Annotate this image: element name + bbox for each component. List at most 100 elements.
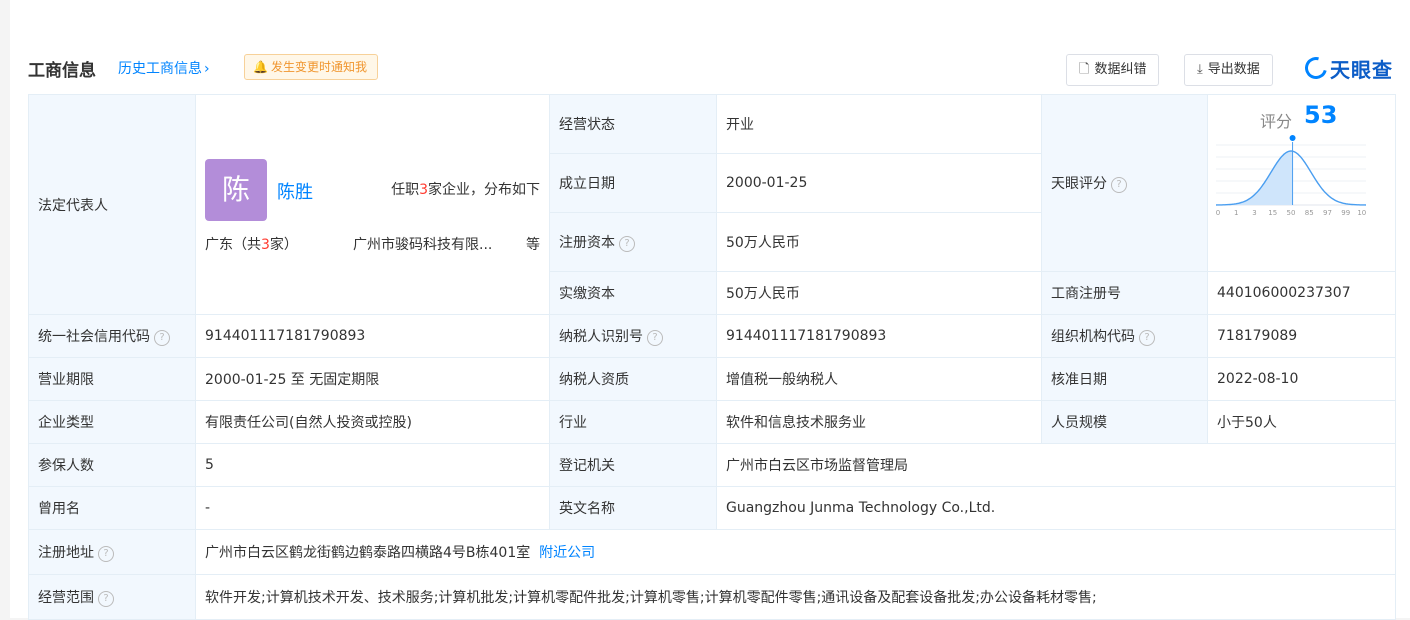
correct-label: 数据纠错	[1094, 62, 1147, 77]
tick-label: 100	[1357, 209, 1366, 217]
logo-text: 天眼查	[1330, 57, 1393, 82]
tick-label: 97	[1323, 209, 1332, 217]
history-link[interactable]: 历史工商信息 ›	[118, 58, 210, 78]
org-code-label-cell: 组织机构代码?	[1041, 314, 1208, 358]
help-icon[interactable]: ?	[1111, 177, 1127, 193]
positions-pre: 任职	[391, 181, 420, 198]
help-icon[interactable]: ?	[647, 330, 663, 346]
legal-rep-region: 广东（共3家）	[205, 234, 298, 254]
taxpayer-id-label-cell: 纳税人识别号?	[549, 314, 717, 358]
table-row: 参保人数 5 登记机关 广州市白云区市场监督管理局	[28, 443, 1396, 487]
tick-label: 3	[1252, 209, 1256, 217]
english-name-value: Guangzhou Junma Technology Co.,Ltd.	[716, 486, 1396, 530]
found-date-value: 2000-01-25	[716, 153, 1042, 213]
business-term-value: 2000-01-25 至 无固定期限	[195, 357, 550, 401]
legal-rep-cell: 陈 陈胜 任职3家企业，分布如下 广东（共3家） 广州市骏码科技有限... 等	[195, 94, 550, 315]
reg-number-label: 工商注册号	[1041, 271, 1208, 315]
help-icon[interactable]: ?	[98, 546, 114, 562]
reg-capital-value: 50万人民币	[716, 212, 1042, 272]
taxpayer-id-value: 914401117181790893	[716, 314, 1042, 358]
export-label: 导出数据	[1207, 62, 1260, 77]
tick-label: 0	[1216, 209, 1220, 217]
positions-post: 家企业，分布如下	[428, 181, 540, 198]
section-header: 工商信息 历史工商信息 › 🔔 发生变更时通知我 🗋 数据纠错 ⤓ 导出数据 天眼查	[28, 48, 1398, 88]
chevron-right-icon: ›	[204, 61, 210, 77]
region-count: 3	[261, 236, 270, 253]
taxpayer-id-label: 纳税人识别号	[559, 329, 643, 345]
tianyan-score-label: 天眼评分	[1051, 176, 1107, 192]
reg-authority-value: 广州市白云区市场监督管理局	[716, 443, 1396, 487]
business-term-label: 营业期限	[28, 357, 196, 401]
address-label: 注册地址	[38, 545, 94, 561]
scope-label: 经营范围	[38, 590, 94, 606]
legal-rep-company[interactable]: 广州市骏码科技有限...	[353, 234, 492, 254]
legal-rep-etc[interactable]: 等	[526, 234, 540, 254]
notify-label: 发生变更时通知我	[270, 60, 367, 74]
english-name-label: 英文名称	[549, 486, 717, 530]
tick-label: 50	[1287, 209, 1296, 217]
reg-authority-label: 登记机关	[549, 443, 717, 487]
score-distribution-chart: 0 1 3 15 50 85 97 99 100	[1216, 135, 1366, 217]
status-label: 经营状态	[549, 94, 717, 154]
help-icon[interactable]: ?	[619, 236, 635, 252]
notify-button[interactable]: 🔔 发生变更时通知我	[244, 54, 378, 80]
document-icon: 🗋	[1079, 62, 1090, 77]
region-pre: 广东（共	[205, 236, 261, 253]
status-value: 开业	[716, 94, 1042, 154]
legal-rep-label: 法定代表人	[28, 94, 196, 315]
company-type-value: 有限责任公司(自然人投资或控股)	[195, 400, 550, 444]
correct-data-button[interactable]: 🗋 数据纠错	[1066, 54, 1160, 86]
reg-capital-label-cell: 注册资本?	[549, 212, 717, 272]
score-caption: 评分	[1260, 112, 1293, 131]
positions-count: 3	[419, 181, 428, 198]
logo: 天眼查	[1300, 52, 1393, 84]
taxpayer-qual-label: 纳税人资质	[549, 357, 717, 401]
region-post: 家）	[269, 236, 298, 253]
score-value: 53	[1304, 101, 1338, 129]
credit-code-value: 914401117181790893	[195, 314, 550, 358]
former-name-label: 曾用名	[28, 486, 196, 530]
business-info-table: 法定代表人 陈 陈胜 任职3家企业，分布如下 广东（共3家） 广州市骏码科技有限…	[28, 94, 1396, 620]
table-row: 营业期限 2000-01-25 至 无固定期限 纳税人资质 增值税一般纳税人 核…	[28, 357, 1396, 401]
org-code-value: 718179089	[1207, 314, 1396, 358]
tick-label: 85	[1305, 209, 1314, 217]
credit-code-label-cell: 统一社会信用代码?	[28, 314, 196, 358]
paid-capital-label: 实缴资本	[549, 271, 717, 315]
logo-icon	[1300, 52, 1332, 84]
industry-value: 软件和信息技术服务业	[716, 400, 1042, 444]
curve-fill-left	[1216, 151, 1293, 205]
nearby-companies-link[interactable]: 附近公司	[539, 545, 595, 561]
section-title: 工商信息	[28, 61, 96, 81]
table-row: 经营范围? 软件开发;计算机技术开发、技术服务;计算机批发;计算机零配件批发;计…	[28, 574, 1396, 620]
avatar[interactable]: 陈	[205, 158, 267, 221]
address-value: 广州市白云区鹤龙街鹤边鹤泰路四横路4号B栋401室	[205, 545, 531, 561]
export-data-button[interactable]: ⤓ 导出数据	[1184, 54, 1273, 86]
table-row: 注册地址? 广州市白云区鹤龙街鹤边鹤泰路四横路4号B栋401室 附近公司	[28, 529, 1396, 575]
approval-date-label: 核准日期	[1041, 357, 1208, 401]
chart-ticks: 0 1 3 15 50 85 97 99 100	[1216, 209, 1366, 217]
help-icon[interactable]: ?	[98, 591, 114, 607]
download-icon: ⤓	[1197, 62, 1203, 77]
table-row: 曾用名 - 英文名称 Guangzhou Junma Technology Co…	[28, 486, 1396, 530]
scope-value: 软件开发;计算机技术开发、技术服务;计算机批发;计算机零配件批发;计算机零售;计…	[195, 574, 1396, 620]
address-value-cell: 广州市白云区鹤龙街鹤边鹤泰路四横路4号B栋401室 附近公司	[195, 529, 1396, 575]
staff-size-value: 小于50人	[1207, 400, 1396, 444]
scope-label-cell: 经营范围?	[28, 574, 196, 620]
insured-count-value: 5	[195, 443, 550, 487]
paid-capital-value: 50万人民币	[716, 271, 1042, 315]
tick-label: 1	[1234, 209, 1238, 217]
credit-code-label: 统一社会信用代码	[38, 329, 150, 345]
bell-icon: 🔔	[253, 60, 268, 74]
help-icon[interactable]: ?	[1139, 330, 1155, 346]
found-date-label: 成立日期	[549, 153, 717, 213]
help-icon[interactable]: ?	[154, 330, 170, 346]
legal-rep-name[interactable]: 陈胜	[277, 178, 313, 204]
tick-label: 99	[1341, 209, 1350, 217]
reg-number-value: 440106000237307	[1207, 271, 1396, 315]
table-row: 企业类型 有限责任公司(自然人投资或控股) 行业 软件和信息技术服务业 人员规模…	[28, 400, 1396, 444]
former-name-value: -	[195, 486, 550, 530]
table-row: 统一社会信用代码? 914401117181790893 纳税人识别号? 914…	[28, 314, 1396, 358]
score-cell: 评分 53 0 1 3 15 50 85 97 99 10	[1207, 94, 1396, 272]
address-label-cell: 注册地址?	[28, 529, 196, 575]
approval-date-value: 2022-08-10	[1207, 357, 1396, 401]
